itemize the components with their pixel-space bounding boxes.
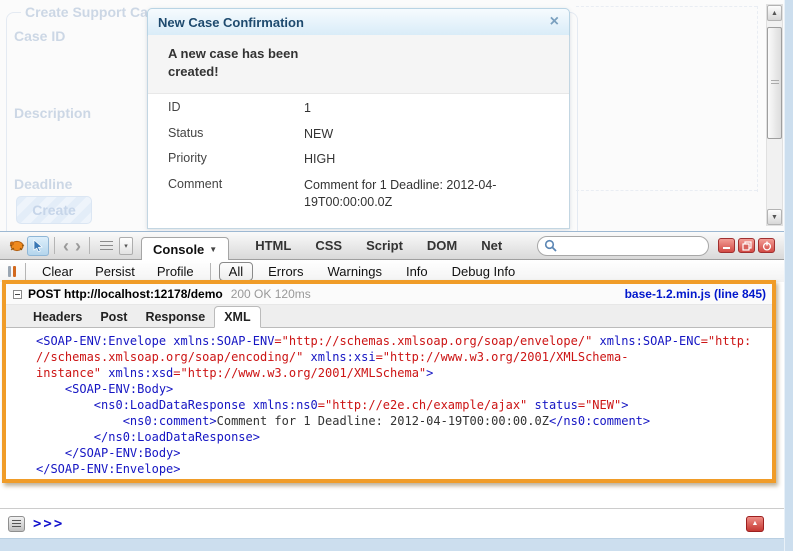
persist-button[interactable]: Persist xyxy=(84,264,146,279)
command-line-input[interactable] xyxy=(70,517,746,531)
forward-icon[interactable]: › xyxy=(72,238,84,254)
row-label: Status xyxy=(168,126,304,144)
command-prompt: >>> xyxy=(33,516,64,532)
tab-dom[interactable]: DOM xyxy=(427,238,457,253)
request-method-url[interactable]: POST http://localhost:12178/demo xyxy=(28,287,223,301)
deadline-label: Deadline xyxy=(14,176,72,192)
profile-button[interactable]: Profile xyxy=(146,264,205,279)
description-label: Description xyxy=(14,105,91,121)
dialog-row: Comment Comment for 1 Deadline: 2012-04-… xyxy=(148,173,569,216)
row-label: Comment xyxy=(168,177,304,212)
back-icon[interactable]: ‹ xyxy=(60,238,72,254)
tab-html[interactable]: HTML xyxy=(255,238,291,253)
tab-script[interactable]: Script xyxy=(366,238,403,253)
request-detail-tabs: Headers Post Response XML xyxy=(6,305,772,328)
row-value: Comment for 1 Deadline: 2012-04-19T00:00… xyxy=(304,177,544,212)
network-request-row[interactable]: POST http://localhost:12178/demo 200 OK … xyxy=(6,284,772,305)
tab-net[interactable]: Net xyxy=(481,238,502,253)
tab-xml[interactable]: XML xyxy=(214,306,260,328)
firebug-icon[interactable] xyxy=(5,236,27,256)
tab-post[interactable]: Post xyxy=(91,307,136,327)
annotation-highlight-box: POST http://localhost:12178/demo 200 OK … xyxy=(2,280,776,483)
layout-guide-vertical xyxy=(757,6,758,192)
collapse-expander-icon[interactable] xyxy=(13,290,22,299)
dialog-row: Priority HIGH xyxy=(148,147,569,173)
toolbar-separator xyxy=(25,263,26,280)
row-label: ID xyxy=(168,100,304,118)
command-line-row: >>> ▲ xyxy=(0,508,784,538)
search-icon xyxy=(544,239,557,252)
row-value: 1 xyxy=(304,100,544,118)
toolbar-separator xyxy=(210,263,211,280)
search-box xyxy=(537,236,709,256)
scroll-up-icon[interactable]: ▲ xyxy=(767,5,782,21)
scrollbar-thumb[interactable] xyxy=(767,27,782,139)
toolbar-separator xyxy=(54,237,55,254)
dialog-row: ID 1 xyxy=(148,96,569,122)
layout-guide-top xyxy=(576,6,757,7)
firebug-toolbar: ‹ › ▾ Console ▼ HTML CSS Script DOM Net xyxy=(0,231,784,260)
dialog-title: New Case Confirmation xyxy=(158,15,550,30)
dialog-message: A new case has been created! xyxy=(148,35,569,94)
layout-guide-bottom xyxy=(576,190,757,191)
dialog-row: Status NEW xyxy=(148,122,569,148)
case-id-label: Case ID xyxy=(14,28,65,44)
request-status: 200 OK 120ms xyxy=(231,287,311,301)
panel-list-icon[interactable] xyxy=(95,236,117,256)
scroll-down-icon[interactable]: ▼ xyxy=(767,209,782,225)
filter-all[interactable]: All xyxy=(219,262,253,281)
console-filter-bar: Clear Persist Profile All Errors Warning… xyxy=(0,260,784,282)
break-on-errors-icon[interactable] xyxy=(8,266,16,277)
inspect-element-icon[interactable] xyxy=(27,236,49,256)
filter-info[interactable]: Info xyxy=(397,263,437,280)
xml-source: <SOAP-ENV:Envelope xmlns:SOAP-ENV="http:… xyxy=(6,328,772,477)
new-case-confirmation-dialog: New Case Confirmation × A new case has b… xyxy=(147,8,570,229)
row-value: HIGH xyxy=(304,151,544,169)
command-menu-icon[interactable] xyxy=(8,516,25,532)
row-value: NEW xyxy=(304,126,544,144)
window-edge-bottom xyxy=(0,538,784,551)
tab-response[interactable]: Response xyxy=(136,307,214,327)
expand-command-editor-icon[interactable]: ▲ xyxy=(746,516,764,532)
detach-window-button[interactable] xyxy=(738,238,755,253)
scrollbar-grip xyxy=(771,80,779,86)
page-scrollbar[interactable]: ▲ ▼ xyxy=(766,4,783,226)
source-link[interactable]: base-1.2.min.js (line 845) xyxy=(625,287,772,301)
tab-console-label: Console xyxy=(153,242,204,257)
options-dropdown-icon[interactable]: ▾ xyxy=(119,237,133,255)
search-input[interactable] xyxy=(537,236,709,256)
screen: Create Support Ca Case ID Description De… xyxy=(0,0,793,551)
clear-button[interactable]: Clear xyxy=(31,264,84,279)
window-controls xyxy=(718,238,775,253)
tab-headers[interactable]: Headers xyxy=(24,307,91,327)
toolbar-separator xyxy=(89,237,90,254)
create-button[interactable]: Create xyxy=(16,196,92,224)
form-legend: Create Support Ca xyxy=(21,4,152,20)
minimize-button[interactable] xyxy=(718,238,735,253)
close-icon[interactable]: × xyxy=(550,15,559,29)
console-dropdown-icon[interactable]: ▼ xyxy=(209,245,217,254)
row-label: Priority xyxy=(168,151,304,169)
filter-debug-info[interactable]: Debug Info xyxy=(443,263,525,280)
filter-errors[interactable]: Errors xyxy=(259,263,312,280)
firebug-panel: ‹ › ▾ Console ▼ HTML CSS Script DOM Net xyxy=(0,231,784,538)
close-power-button[interactable] xyxy=(758,238,775,253)
window-edge-right xyxy=(784,0,793,551)
dialog-header[interactable]: New Case Confirmation × xyxy=(147,8,570,36)
tab-console[interactable]: Console ▼ xyxy=(141,237,229,260)
tab-css[interactable]: CSS xyxy=(315,238,342,253)
filter-warnings[interactable]: Warnings xyxy=(319,263,391,280)
